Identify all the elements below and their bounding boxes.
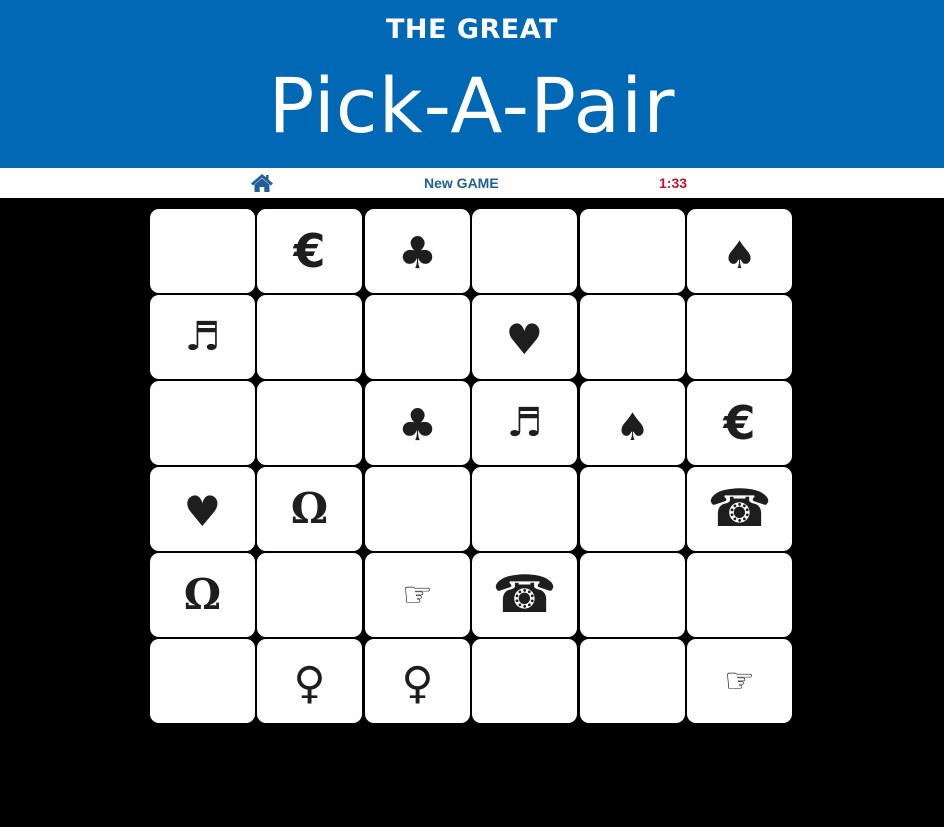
card-r3-c5[interactable]: ♠: [580, 381, 685, 465]
card-r6-c3[interactable]: ♀: [365, 639, 470, 723]
card-r3-c4[interactable]: ♬: [472, 381, 577, 465]
telephone-icon: ☎: [492, 565, 557, 625]
music-note-icon: ♬: [184, 314, 221, 360]
telephone-icon: ☎: [707, 479, 772, 539]
card-r5-c5[interactable]: [580, 553, 685, 637]
card-r5-c1[interactable]: Ω: [150, 553, 255, 637]
card-r3-c6[interactable]: €: [687, 381, 792, 465]
game-subtitle: THE GREAT: [386, 14, 558, 45]
card-r2-c3[interactable]: [365, 295, 470, 379]
omega-icon: Ω: [290, 484, 329, 533]
game-title: Pick-A-Pair: [268, 61, 676, 150]
card-r1-c4[interactable]: [472, 209, 577, 293]
card-r4-c1[interactable]: ♥: [150, 467, 255, 551]
card-r4-c5[interactable]: [580, 467, 685, 551]
spade-icon: ♠: [615, 405, 650, 449]
card-r4-c3[interactable]: [365, 467, 470, 551]
card-r1-c3[interactable]: ♣: [365, 209, 470, 293]
card-r3-c3[interactable]: ♣: [365, 381, 470, 465]
card-r4-c2[interactable]: Ω: [257, 467, 362, 551]
card-r1-c6[interactable]: ♠: [687, 209, 792, 293]
heart-icon: ♥: [505, 315, 544, 364]
card-r6-c5[interactable]: [580, 639, 685, 723]
card-r2-c2[interactable]: [257, 295, 362, 379]
heart-icon: ♥: [183, 487, 222, 536]
game-timer: 1:33: [659, 175, 688, 191]
card-r1-c5[interactable]: [580, 209, 685, 293]
card-r6-c6[interactable]: ☞: [687, 639, 792, 723]
nav-bar: New GAME 1:33: [0, 168, 944, 198]
music-note-icon: ♬: [506, 400, 543, 446]
title-banner: THE GREAT Pick-A-Pair: [0, 0, 944, 168]
card-r2-c4[interactable]: ♥: [472, 295, 577, 379]
new-game-button[interactable]: New GAME: [424, 175, 499, 191]
card-r2-c5[interactable]: [580, 295, 685, 379]
card-r2-c1[interactable]: ♬: [150, 295, 255, 379]
card-r1-c2[interactable]: €: [257, 209, 362, 293]
card-r5-c3[interactable]: ☞: [365, 553, 470, 637]
card-r3-c2[interactable]: [257, 381, 362, 465]
club-icon: ♣: [397, 400, 438, 451]
card-r5-c2[interactable]: [257, 553, 362, 637]
pointing-hand-icon: ☞: [724, 661, 755, 701]
card-r5-c6[interactable]: [687, 553, 792, 637]
omega-icon: Ω: [183, 570, 222, 619]
club-icon: ♣: [397, 228, 438, 279]
game-board: € ♣ ♠ ♬ ♥ ♣ ♬ ♠ € ♥ Ω ☎ Ω ☞ ☎ ♀ ♀ ☞: [150, 209, 793, 723]
euro-icon: €: [293, 224, 326, 278]
card-r1-c1[interactable]: [150, 209, 255, 293]
card-r6-c1[interactable]: [150, 639, 255, 723]
pointing-hand-icon: ☞: [402, 575, 433, 615]
spade-icon: ♠: [722, 233, 757, 277]
card-r6-c4[interactable]: [472, 639, 577, 723]
female-sign-icon: ♀: [401, 658, 434, 709]
card-r4-c4[interactable]: [472, 467, 577, 551]
card-r5-c4[interactable]: ☎: [472, 553, 577, 637]
card-r2-c6[interactable]: [687, 295, 792, 379]
female-sign-icon: ♀: [293, 658, 326, 709]
home-icon[interactable]: [250, 173, 274, 193]
card-r3-c1[interactable]: [150, 381, 255, 465]
card-r4-c6[interactable]: ☎: [687, 467, 792, 551]
euro-icon: €: [723, 396, 756, 450]
card-r6-c2[interactable]: ♀: [257, 639, 362, 723]
